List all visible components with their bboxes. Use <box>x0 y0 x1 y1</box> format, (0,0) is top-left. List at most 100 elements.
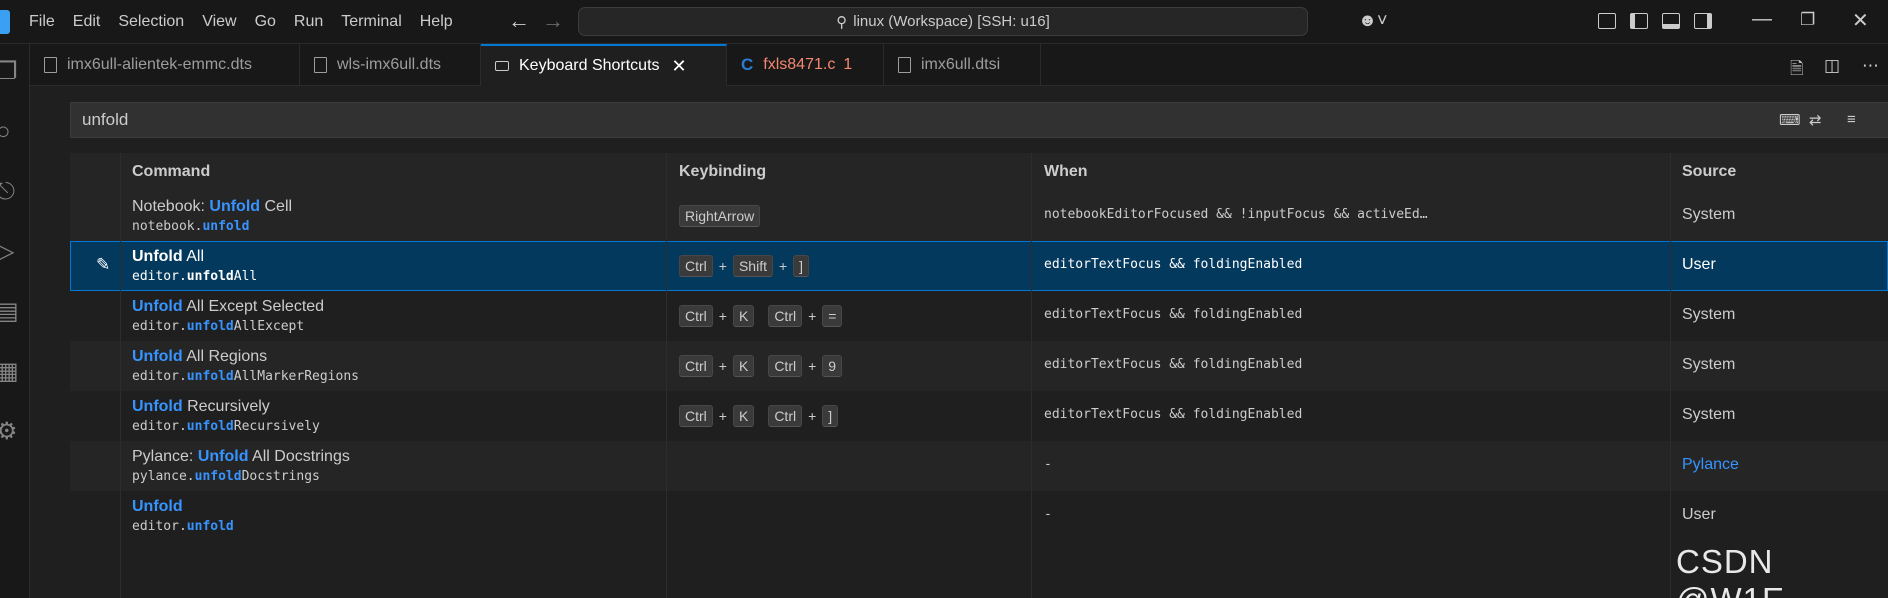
watermark: CSDN @W1E <box>1676 543 1784 598</box>
customize-layout-icon[interactable] <box>1598 13 1616 29</box>
table-row[interactable]: Unfold editor.unfold - User <box>70 491 1888 541</box>
keybinding: Ctrl + K Ctrl + 9 <box>679 355 843 377</box>
restore-icon[interactable]: ❐ <box>1800 10 1815 30</box>
key: Ctrl <box>679 405 713 427</box>
tab-bar: imx6ull-alientek-emmc.dts wls-imx6ull.dt… <box>30 44 1888 86</box>
column-when[interactable]: When <box>1044 153 1088 191</box>
explorer-icon[interactable]: ❐ <box>0 58 24 86</box>
table-row[interactable]: ✎ Unfold All editor.unfoldAll Ctrl + Shif… <box>70 241 1888 291</box>
table-header: Command Keybinding When Source <box>70 153 1888 191</box>
command-title: Unfold All <box>132 248 204 265</box>
command-center[interactable]: ⚲ linux (Workspace) [SSH: u16] <box>578 7 1308 36</box>
menu-edit[interactable]: Edit <box>64 0 110 44</box>
source-link[interactable]: Pylance <box>1682 456 1739 474</box>
tab-keyboard-shortcuts[interactable]: Keyboard Shortcuts ✕ <box>481 44 727 86</box>
file-icon <box>314 57 327 73</box>
command-title: Unfold Recursively <box>132 398 270 415</box>
title-bar: File Edit Selection View Go Run Terminal… <box>0 0 1888 44</box>
tab-label: fxls8471.c <box>763 56 836 73</box>
toggle-panel-icon[interactable] <box>1662 13 1680 29</box>
file-icon <box>898 57 911 73</box>
open-json-icon[interactable]: 🗎 <box>1790 56 1804 85</box>
menu-bar: File Edit Selection View Go Run Terminal… <box>20 0 462 44</box>
table-row[interactable]: Notebook: Unfold Cell notebook.unfold Ri… <box>70 191 1888 241</box>
search-input[interactable] <box>82 103 1742 137</box>
sort-by-precedence-icon[interactable]: ⇄ <box>1809 111 1822 129</box>
menu-view[interactable]: View <box>193 0 245 44</box>
close-window-icon[interactable]: ✕ <box>1852 8 1869 33</box>
keybindings-table: Command Keybinding When Source Notebook:… <box>70 153 1888 598</box>
key: ] <box>822 405 839 427</box>
minimize-icon[interactable]: — <box>1752 8 1772 31</box>
column-divider[interactable] <box>1670 153 1671 598</box>
tab-label: wls-imx6ull.dts <box>337 56 442 73</box>
command-title: Unfold All Except Selected <box>132 298 325 315</box>
when-clause: - <box>1044 457 1052 472</box>
column-divider[interactable] <box>1031 153 1032 598</box>
c-file-icon: C <box>741 55 754 74</box>
extensions-icon[interactable]: ▦ <box>0 358 24 386</box>
column-divider[interactable] <box>120 153 121 598</box>
toggle-secondary-sidebar-icon[interactable] <box>1694 13 1712 29</box>
menu-selection[interactable]: Selection <box>109 0 193 44</box>
remote-settings-icon[interactable]: ⚙ <box>0 418 24 446</box>
command-center-label: linux (Workspace) [SSH: u16] <box>853 13 1050 30</box>
column-divider[interactable] <box>666 153 667 598</box>
source: System <box>1682 406 1736 423</box>
source-control-icon[interactable]: ⎋ <box>0 178 24 206</box>
command-id: editor.unfoldAllExcept <box>132 319 305 334</box>
tab-imx6ull-alientek-emmc[interactable]: imx6ull-alientek-emmc.dts <box>30 44 300 86</box>
key: Ctrl <box>679 305 713 327</box>
key: Ctrl <box>768 355 803 377</box>
menu-file[interactable]: File <box>20 0 64 44</box>
vscode-logo-icon <box>0 10 10 34</box>
source: User <box>1682 256 1716 273</box>
toggle-primary-sidebar-icon[interactable] <box>1630 13 1648 29</box>
tab-wls-imx6ull[interactable]: wls-imx6ull.dts <box>300 44 481 86</box>
forward-arrow-icon[interactable]: → <box>542 8 564 34</box>
keybindings-search: ⌨ ⇄ ≡ <box>70 102 1888 138</box>
tab-imx6ull-dtsi[interactable]: imx6ull.dtsi <box>884 44 1041 86</box>
source: User <box>1682 506 1716 523</box>
key: K <box>732 405 755 427</box>
menu-go[interactable]: Go <box>246 0 285 44</box>
menu-terminal[interactable]: Terminal <box>332 0 410 44</box>
record-keys-icon[interactable]: ⌨ <box>1779 111 1801 129</box>
back-arrow-icon[interactable]: ← <box>508 8 530 34</box>
table-row[interactable]: Pylance: Unfold All Docstrings pylance.u… <box>70 441 1888 491</box>
keybinding: Ctrl + Shift + ] <box>679 255 810 277</box>
key: K <box>732 305 755 327</box>
command-id: pylance.unfoldDocstrings <box>132 469 320 484</box>
edit-pencil-icon[interactable]: ✎ <box>96 255 110 275</box>
search-view-icon[interactable]: ○ <box>0 118 24 146</box>
column-source[interactable]: Source <box>1682 153 1736 191</box>
tab-label: Keyboard Shortcuts <box>519 57 660 74</box>
tab-fxls8471[interactable]: C fxls8471.c 1 <box>727 44 884 86</box>
key: Ctrl <box>768 405 803 427</box>
menu-run[interactable]: Run <box>285 0 332 44</box>
remote-explorer-icon[interactable]: ▤ <box>0 298 24 326</box>
when-clause: editorTextFocus && foldingEnabled <box>1044 257 1303 272</box>
column-keybinding[interactable]: Keybinding <box>679 153 766 191</box>
menu-help[interactable]: Help <box>411 0 462 44</box>
source: System <box>1682 356 1736 373</box>
more-actions-icon[interactable]: ⋯ <box>1862 56 1879 76</box>
command-id: editor.unfold <box>132 519 234 534</box>
keyboard-icon <box>495 61 509 71</box>
search-icon: ⚲ <box>836 13 848 31</box>
table-row[interactable]: Unfold All Except Selected editor.unfold… <box>70 291 1888 341</box>
command-id: editor.unfoldAllMarkerRegions <box>132 369 359 384</box>
run-debug-icon[interactable]: ▷ <box>0 238 24 266</box>
table-row[interactable]: Unfold All Regions editor.unfoldAllMarke… <box>70 341 1888 391</box>
clear-search-icon[interactable]: ≡ <box>1847 111 1856 128</box>
keybinding: RightArrow <box>679 205 761 227</box>
when-clause: editorTextFocus && foldingEnabled <box>1044 307 1303 322</box>
close-icon[interactable]: ✕ <box>672 56 687 77</box>
key: = <box>822 305 843 327</box>
tab-label: imx6ull.dtsi <box>921 56 1001 73</box>
split-editor-icon[interactable]: ◫ <box>1824 56 1840 76</box>
copilot-icon[interactable]: ☻˅ <box>1358 10 1387 31</box>
column-command[interactable]: Command <box>132 153 210 191</box>
table-row[interactable]: Unfold Recursively editor.unfoldRecursiv… <box>70 391 1888 441</box>
key: 9 <box>822 355 843 377</box>
